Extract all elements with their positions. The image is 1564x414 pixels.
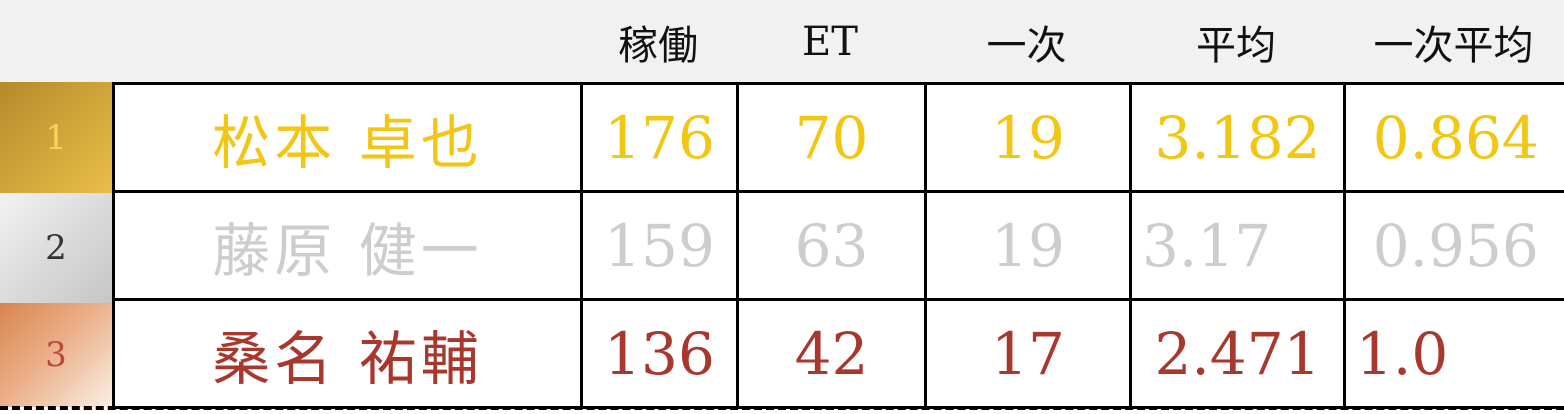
rank-badge-silver: 2 <box>0 193 112 303</box>
rank-number: 2 <box>45 228 67 268</box>
player-name: 藤原 健一 <box>112 190 583 301</box>
ichiji-heikin-value: 0.956 <box>1343 190 1564 301</box>
ichiji-heikin-value: 1.0 <box>1343 298 1564 409</box>
header-kadou: 稼働 <box>618 22 698 69</box>
rank-number: 3 <box>45 335 67 375</box>
ichiji-heikin-value: 0.864 <box>1343 82 1564 193</box>
rank-badge-gold: 1 <box>0 82 112 193</box>
bottom-dashed-divider <box>0 406 1564 410</box>
header-heikin: 平均 <box>1196 22 1276 69</box>
header-ichiji-heikin: 一次平均 <box>1373 22 1534 69</box>
ichiji-value: 19 <box>924 190 1132 301</box>
ranking-table: 松本 卓也 176 70 19 3.182 0.864 藤原 健一 159 63… <box>112 82 1564 409</box>
ichiji-value: 17 <box>924 298 1132 409</box>
heikin-value: 2.471 <box>1129 298 1346 409</box>
et-value: 70 <box>736 82 927 193</box>
player-name: 松本 卓也 <box>112 82 583 193</box>
et-value: 42 <box>736 298 927 409</box>
heikin-value: 3.182 <box>1129 82 1346 193</box>
kadou-value: 176 <box>580 82 739 193</box>
heikin-value: 3.17 <box>1129 190 1346 301</box>
ichiji-value: 19 <box>924 82 1132 193</box>
player-name: 桑名 祐輔 <box>112 298 583 409</box>
table-header: 稼働 ET 一次 平均 一次平均 <box>0 0 1564 83</box>
header-et: ET <box>802 18 858 65</box>
rank-badge-bronze: 3 <box>0 303 112 407</box>
et-value: 63 <box>736 190 927 301</box>
header-ichiji: 一次 <box>986 22 1067 69</box>
table-row: 桑名 祐輔 136 42 17 2.471 1.0 <box>112 298 1564 409</box>
kadou-value: 136 <box>580 298 739 409</box>
kadou-value: 159 <box>580 190 739 301</box>
rank-number: 1 <box>45 117 67 158</box>
table-row: 藤原 健一 159 63 19 3.17 0.956 <box>112 190 1564 301</box>
table-row: 松本 卓也 176 70 19 3.182 0.864 <box>112 82 1564 193</box>
